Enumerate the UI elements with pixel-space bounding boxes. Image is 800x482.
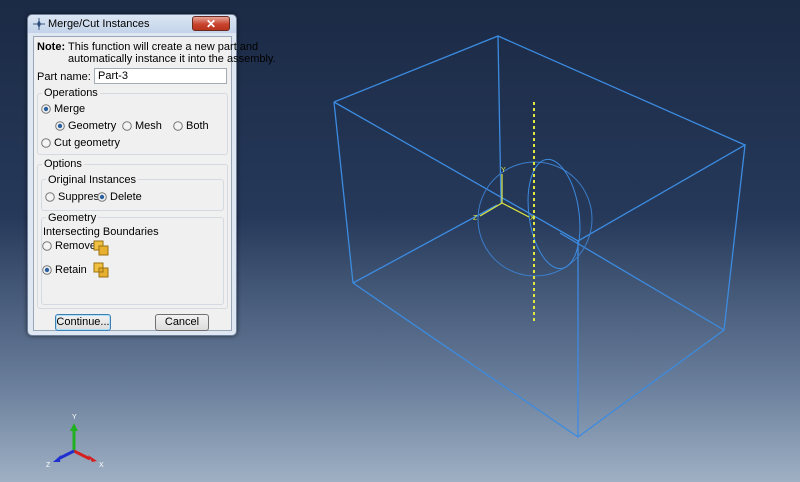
dialog-title: Merge/Cut Instances — [48, 18, 150, 30]
operations-legend: Operations — [42, 87, 100, 99]
retain-label: Retain — [55, 264, 87, 276]
close-icon: ✕ — [205, 17, 217, 31]
cut-geometry-label: Cut geometry — [54, 137, 121, 149]
original-instances-legend: Original Instances — [46, 174, 139, 186]
cancel-button[interactable]: Cancel — [155, 314, 209, 331]
mesh-radio[interactable]: Mesh — [122, 120, 162, 132]
radio-selected-icon — [41, 104, 51, 114]
box-edge — [723, 144, 746, 331]
csys-x-label: X — [530, 215, 535, 222]
intersecting-boundaries-label: Intersecting Boundaries — [43, 226, 159, 238]
dialog-titlebar[interactable]: Merge/Cut Instances ✕ — [28, 15, 236, 33]
triad-z-label: Z — [46, 462, 51, 469]
box-hidden-edge — [497, 35, 502, 204]
note-text-line1: This function will create a new part and — [68, 41, 259, 53]
triad-x-axis — [73, 449, 91, 461]
suppress-radio[interactable]: Suppress — [45, 191, 104, 203]
remove-radio[interactable]: Remove — [42, 240, 96, 252]
options-legend: Options — [42, 158, 84, 170]
view-triad: Y X Z — [46, 414, 104, 469]
triad-z-arrow — [53, 455, 61, 462]
both-label: Both — [186, 120, 209, 132]
part-name-input[interactable] — [94, 68, 227, 84]
csys-z-axis — [479, 202, 503, 217]
merge-label: Merge — [54, 103, 86, 115]
radio-unselected-icon — [173, 121, 183, 131]
delete-radio[interactable]: Delete — [97, 191, 142, 203]
geometry-label: Geometry — [68, 120, 117, 132]
remove-boundaries-icon — [93, 240, 109, 256]
close-button[interactable]: ✕ — [192, 16, 230, 31]
merge-cut-dialog: Merge/Cut Instances ✕ Note: This functio… — [27, 14, 276, 336]
csys-y-label: Y — [501, 167, 506, 174]
cut-geometry-radio[interactable]: Cut geometry — [41, 137, 120, 149]
radio-selected-icon — [55, 121, 65, 131]
part-name-label: Part name: — [37, 71, 91, 83]
radio-unselected-icon — [42, 241, 52, 251]
retain-radio[interactable]: Retain — [42, 264, 87, 276]
box-edge — [577, 329, 725, 438]
box-edge — [352, 282, 579, 438]
dialog-body: Note: This function will create a new pa… — [33, 36, 276, 331]
delete-label: Delete — [110, 191, 142, 203]
box-wireframe — [333, 35, 747, 438]
radio-unselected-icon — [122, 121, 132, 131]
abaqus-app-icon — [33, 18, 45, 30]
retain-boundaries-icon — [93, 262, 109, 278]
note-label: Note: — [37, 41, 66, 53]
triad-y-arrow — [70, 423, 78, 431]
triad-y-label: Y — [72, 414, 77, 421]
csys-z-label: Z — [473, 215, 478, 222]
merge-radio[interactable]: Merge — [41, 103, 85, 115]
remove-label: Remove — [55, 240, 96, 252]
radio-unselected-icon — [45, 192, 55, 202]
box-edge — [333, 101, 354, 284]
geometry-radio[interactable]: Geometry — [55, 120, 116, 132]
triad-x-label: X — [99, 462, 104, 469]
triad-z-axis — [59, 449, 75, 460]
both-radio[interactable]: Both — [173, 120, 209, 132]
geometry-options-legend: Geometry — [46, 212, 99, 224]
mesh-label: Mesh — [135, 120, 162, 132]
radio-unselected-icon — [41, 138, 51, 148]
radio-selected-icon — [97, 192, 107, 202]
note-text-line2: automatically instance it into the assem… — [68, 53, 276, 65]
radio-selected-icon — [42, 265, 52, 275]
continue-button[interactable]: Continue... — [55, 314, 111, 331]
box-top-face — [333, 35, 747, 242]
